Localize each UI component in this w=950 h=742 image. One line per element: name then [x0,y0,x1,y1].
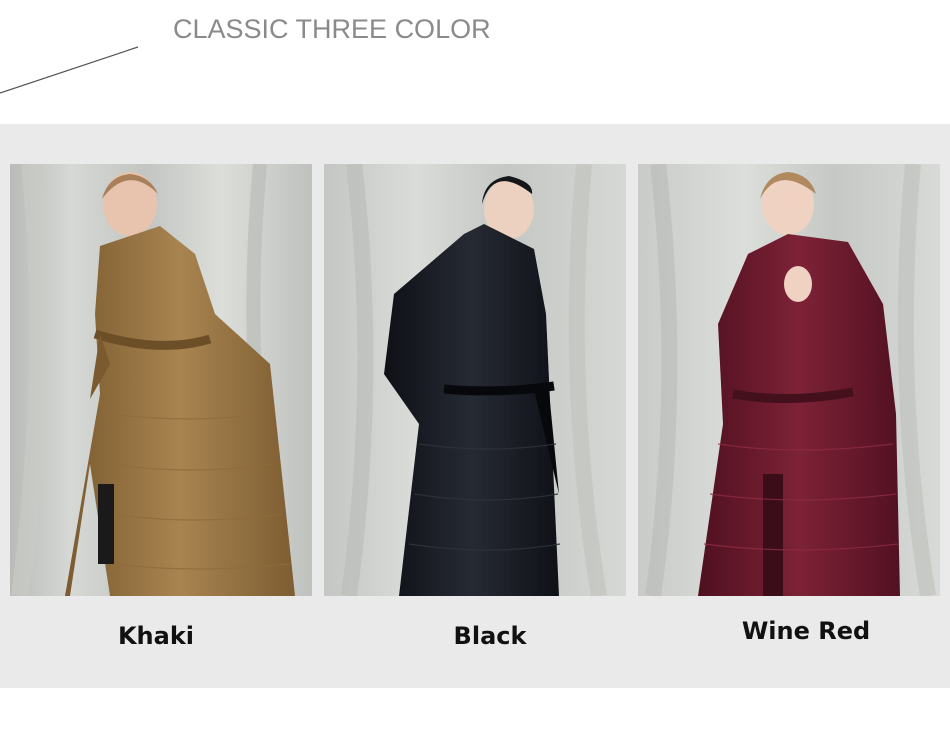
khaki-coat-photo [10,164,312,596]
black-label: Black [453,622,527,650]
wine-red-coat-photo [638,164,940,596]
decorative-diagonal-line [0,46,139,94]
product-color-page: CLASSIC THREE COLOR Khaki Black Wine Red [0,0,950,742]
page-title: CLASSIC THREE COLOR [173,14,491,44]
black-coat-photo [324,164,626,596]
khaki-label: Khaki [117,622,195,650]
wine-red-label: Wine Red [741,617,871,645]
